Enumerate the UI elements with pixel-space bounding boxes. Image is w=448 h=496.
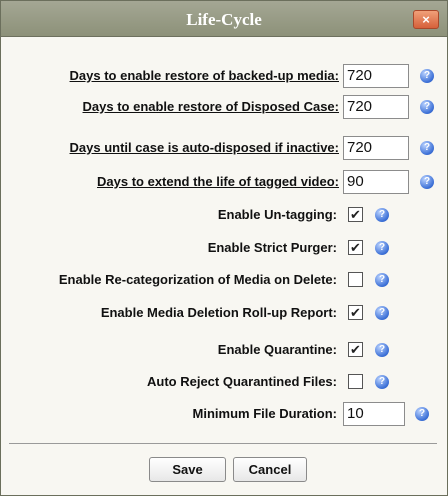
help-icon[interactable]: ? — [375, 208, 389, 222]
checkbox-label-untagging: Enable Un-tagging: — [217, 207, 337, 222]
help-icon[interactable]: ? — [375, 306, 389, 320]
min-file-duration-input[interactable]: 10 — [343, 402, 405, 426]
field-label-tagged-video: Days to extend the life of tagged video: — [97, 174, 339, 189]
close-button[interactable]: × — [413, 10, 439, 29]
checkbox-label-rollup-report: Enable Media Deletion Roll-up Report: — [100, 305, 337, 320]
backed-up-media-days-input[interactable]: 720 — [343, 64, 409, 88]
enable-untagging-checkbox[interactable]: ✔ — [348, 207, 363, 222]
help-icon[interactable]: ? — [415, 407, 429, 421]
help-icon[interactable]: ? — [420, 141, 434, 155]
enable-quarantine-checkbox[interactable]: ✔ — [348, 342, 363, 357]
auto-reject-quarantined-checkbox[interactable] — [348, 374, 363, 389]
checkbox-label-strict-purger: Enable Strict Purger: — [207, 240, 337, 255]
checkbox-label-quarantine: Enable Quarantine: — [217, 342, 337, 357]
enable-rollup-report-checkbox[interactable]: ✔ — [348, 305, 363, 320]
dialog-title: Life-Cycle — [186, 10, 262, 29]
help-icon[interactable]: ? — [420, 100, 434, 114]
help-icon[interactable]: ? — [375, 273, 389, 287]
help-icon[interactable]: ? — [420, 69, 434, 83]
help-icon[interactable]: ? — [375, 241, 389, 255]
enable-strict-purger-checkbox[interactable]: ✔ — [348, 240, 363, 255]
life-cycle-dialog: Life-Cycle × Days to enable restore of b… — [0, 0, 448, 496]
checkbox-label-auto-reject: Auto Reject Quarantined Files: — [147, 374, 337, 389]
help-icon[interactable]: ? — [375, 343, 389, 357]
checkbox-label-recategorization: Enable Re-categorization of Media on Del… — [58, 272, 337, 287]
cancel-button[interactable]: Cancel — [233, 457, 307, 482]
field-label-min-duration: Minimum File Duration: — [192, 406, 337, 421]
tagged-video-days-input[interactable]: 90 — [343, 170, 409, 194]
help-icon[interactable]: ? — [375, 375, 389, 389]
field-label-auto-disposed: Days until case is auto-disposed if inac… — [69, 140, 339, 155]
disposed-case-days-input[interactable]: 720 — [343, 95, 409, 119]
field-label-disposed-case: Days to enable restore of Disposed Case: — [82, 99, 339, 114]
auto-disposed-days-input[interactable]: 720 — [343, 136, 409, 160]
divider — [9, 443, 437, 444]
title-bar[interactable]: Life-Cycle × — [1, 1, 447, 37]
save-button[interactable]: Save — [149, 457, 226, 482]
field-label-backed-up-media: Days to enable restore of backed-up medi… — [69, 68, 339, 83]
help-icon[interactable]: ? — [420, 175, 434, 189]
enable-recategorization-checkbox[interactable] — [348, 272, 363, 287]
